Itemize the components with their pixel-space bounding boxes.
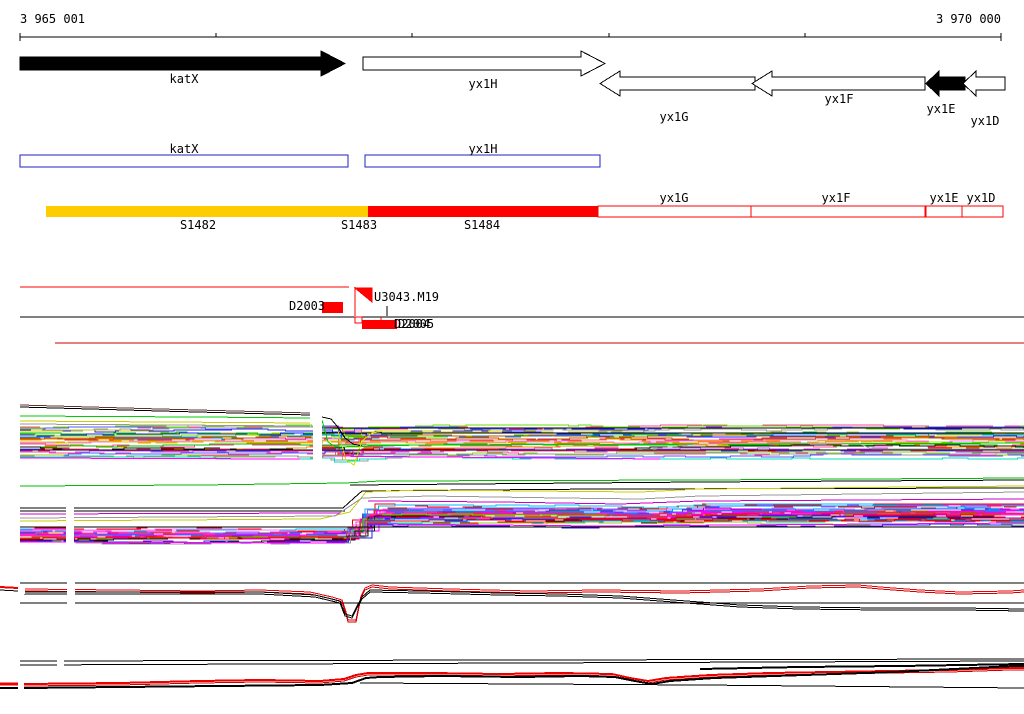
segment-S1484[interactable]	[368, 206, 598, 217]
gene-label-yx1F: yx1F	[824, 92, 854, 106]
panel-gap	[313, 398, 322, 460]
profile-series	[19, 415, 311, 419]
segment-label-yx1G: yx1G	[659, 191, 689, 205]
segment-label-S1483: S1483	[340, 218, 378, 232]
gene-label-yx1H: yx1H	[468, 77, 498, 91]
ruler-start-coordinate: 3 965 001	[20, 12, 86, 26]
segment-outline-yx1F[interactable]	[750, 205, 926, 218]
probe-label-D2005: D2005	[398, 317, 435, 331]
segment-label-yx1D: yx1D	[966, 191, 996, 205]
probe-D2004[interactable]	[354, 316, 363, 324]
probe-D2005[interactable]	[362, 320, 397, 329]
segment-label-yx1E: yx1E	[929, 191, 959, 205]
probe-label-U3043-M19: U3043.M19	[374, 290, 440, 304]
gene-label-yx1G: yx1G	[659, 110, 689, 124]
panel-gap	[18, 676, 24, 692]
genome-browser-view: 3 965 001 3 970 000 katX yx1H yx1G yx1F yx1E…	[0, 0, 1024, 714]
clone-rect-katX[interactable]	[19, 154, 349, 168]
gene-arrow-yx1G[interactable]	[599, 70, 756, 97]
clone-label-katX: katX	[169, 142, 199, 156]
profile-series	[367, 498, 1024, 505]
clone-label-yx1H: yx1H	[468, 142, 498, 156]
panel-gap	[57, 654, 64, 670]
probe-label-D2003: D2003	[289, 299, 326, 313]
panel-gap	[19, 584, 25, 594]
gene-arrow-yx1H[interactable]	[362, 50, 607, 77]
genome-browser-canvas	[0, 33, 1024, 692]
profile-series	[19, 406, 311, 416]
profile-series	[24, 591, 1024, 619]
profile-series	[19, 420, 311, 424]
segment-label-S1484: S1484	[463, 218, 501, 232]
gene-arrow-yx1D[interactable]	[962, 69, 1006, 98]
ruler-end-coordinate: 3 970 000	[935, 12, 1001, 26]
profile-series	[19, 457, 301, 460]
segment-outline-yx1E[interactable]	[925, 205, 963, 218]
segment-label-yx1F: yx1F	[821, 191, 851, 205]
clone-rect-yx1H[interactable]	[364, 154, 601, 168]
profile-series	[19, 404, 311, 414]
profile-series	[359, 682, 1024, 689]
panel-gap	[67, 580, 75, 606]
probe-flag[interactable]	[353, 287, 373, 304]
panel-gap	[66, 502, 74, 546]
gene-label-yx1D: yx1D	[970, 114, 1000, 128]
profile-series	[19, 660, 1024, 666]
segment-outline-yx1D[interactable]	[961, 205, 1004, 218]
profile-series	[0, 589, 19, 592]
profile-series	[23, 665, 1024, 689]
segment-outline-yx1G[interactable]	[597, 205, 752, 218]
segment-label-S1482: S1482	[179, 218, 217, 232]
gene-label-yx1E: yx1E	[926, 102, 956, 116]
gene-label-katX: katX	[169, 72, 199, 86]
profile-series	[19, 477, 1024, 487]
segment-S1482[interactable]	[46, 206, 368, 217]
profile-series	[19, 658, 1024, 662]
probe-D2003[interactable]	[322, 302, 343, 313]
gene-arrow-yx1E[interactable]	[925, 69, 966, 98]
profile-series	[0, 586, 19, 589]
